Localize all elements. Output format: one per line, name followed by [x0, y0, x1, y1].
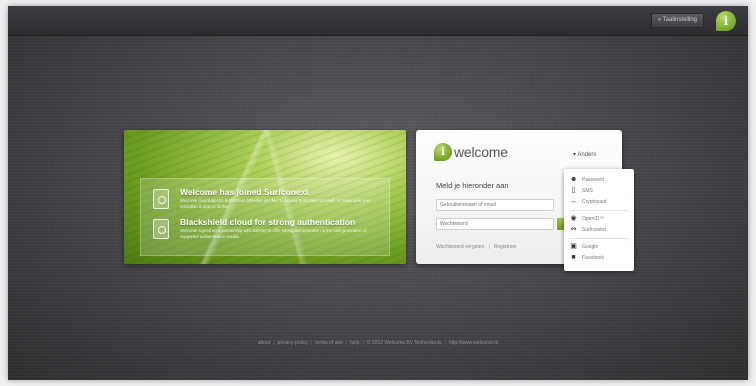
footer-separator: |	[362, 340, 364, 346]
method-label: Facebook	[582, 255, 604, 261]
document-icon	[153, 219, 169, 239]
method-password[interactable]: ☻ Password	[570, 176, 630, 185]
username-input[interactable]	[436, 199, 554, 211]
menu-divider	[569, 238, 629, 239]
openid-icon: ◉	[570, 215, 577, 222]
footer-copyright: © 2012 Welcome.BV Netherlands	[366, 340, 442, 346]
forgot-password-link[interactable]: Wachtwoord vergeten	[436, 244, 484, 250]
footer-separator: |	[444, 340, 446, 346]
footer-link-terms[interactable]: terms of use	[315, 340, 343, 346]
footer-separator: |	[273, 340, 275, 346]
method-sms[interactable]: ▯ SMS	[570, 187, 630, 196]
footer-link-website[interactable]: http://www.welcome.nl	[449, 340, 498, 346]
key-icon: ↔	[570, 198, 577, 205]
facebook-icon: ■	[571, 254, 576, 261]
method-openid[interactable]: ◉ OpenID™	[570, 215, 630, 224]
promo-title: Welcome has joined Surfconext	[180, 187, 309, 197]
method-facebook[interactable]: ■ Facebook	[570, 254, 630, 263]
login-heading: Meld je hieronder aan	[436, 181, 509, 190]
phone-icon: ▯	[571, 187, 576, 194]
person-icon: ☻	[570, 176, 578, 183]
login-links: Wachtwoord vergeten | Registreer	[436, 244, 517, 250]
promo-title: Blackshield cloud for strong authenticat…	[180, 217, 356, 227]
welcome-logo-icon: i	[434, 143, 452, 161]
promo-panel: Welcome has joined Surfconext Welcome no…	[124, 130, 406, 264]
method-label: OpenID™	[582, 216, 605, 222]
footer-link-about[interactable]: about	[258, 340, 271, 346]
footer-link-privacy[interactable]: privacy-policy	[278, 340, 308, 346]
menu-divider	[569, 210, 629, 211]
method-cryptocard[interactable]: ↔ Cryptocard	[570, 198, 630, 207]
method-surfconext[interactable]: ↭ Surfconext	[570, 226, 630, 235]
link-separator: |	[488, 244, 490, 250]
method-label: Google	[582, 244, 599, 250]
top-bar: « Taalinstelling i	[8, 6, 748, 36]
method-label: Cryptocard	[582, 199, 607, 205]
password-input[interactable]	[436, 218, 554, 230]
login-methods-dropdown: ☻ Password ▯ SMS ↔ Cryptocard ◉ OpenID™ …	[564, 169, 634, 271]
promo-news-box: Welcome has joined Surfconext Welcome no…	[140, 178, 390, 256]
welcome-logo-icon[interactable]: i	[716, 11, 736, 31]
document-icon	[153, 189, 169, 209]
footer-separator: |	[345, 340, 347, 346]
promo-description: Welcome now supports Surfconext. Whether…	[180, 198, 371, 209]
method-label: Password	[582, 177, 604, 183]
language-settings-button[interactable]: « Taalinstelling	[650, 13, 704, 28]
footer-separator: |	[310, 340, 313, 346]
method-label: Surfconext	[582, 227, 606, 233]
surfconext-icon: ↭	[570, 226, 577, 233]
footer-links: about | privacy-policy | terms of use | help | ©…	[0, 340, 756, 346]
footer-link-help[interactable]: help	[350, 340, 359, 346]
register-link[interactable]: Registreer	[494, 244, 517, 250]
other-methods-toggle[interactable]: ▾ Anders	[573, 151, 596, 158]
method-label: SMS	[582, 188, 593, 194]
brand-name: welcome	[454, 144, 508, 160]
promo-description: Welcome signed up a partnership with Saf…	[180, 228, 367, 239]
google-icon: ▣	[570, 243, 577, 250]
method-google[interactable]: ▣ Google	[570, 243, 630, 252]
